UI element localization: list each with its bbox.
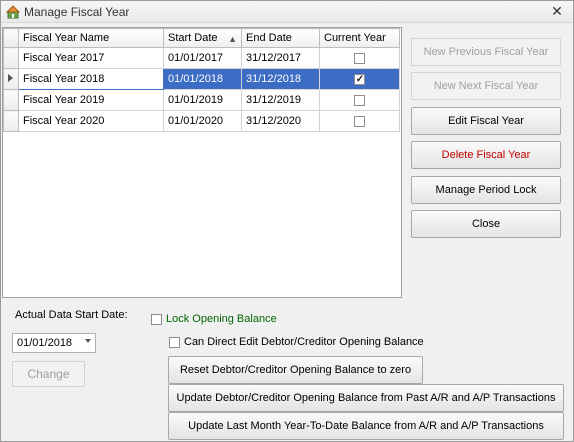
fiscal-year-table: Fiscal Year Name Start Date ▲ End Date Cu… (3, 28, 400, 132)
cell-end-date[interactable]: 31/12/2017 (241, 47, 320, 69)
cell-start-date[interactable]: 01/01/2018 (163, 68, 242, 90)
row-indicator[interactable] (3, 110, 19, 132)
actual-data-start-date-value: 01/01/2018 (17, 337, 73, 349)
header-row: Fiscal Year Name Start Date ▲ End Date Cu… (3, 28, 400, 48)
change-button[interactable]: Change (12, 361, 85, 387)
table-row[interactable]: Fiscal Year 2020 01/01/2020 31/12/2020 (3, 110, 400, 132)
sort-ascending-icon: ▲ (228, 34, 237, 44)
column-header-current-year[interactable]: Current Year (319, 28, 400, 48)
cell-fiscal-year-name[interactable]: Fiscal Year 2020 (18, 110, 164, 132)
cell-current-year[interactable] (319, 89, 400, 111)
cell-current-year[interactable] (319, 68, 400, 90)
cell-start-date[interactable]: 01/01/2017 (163, 47, 242, 69)
current-year-checkbox[interactable] (354, 52, 365, 64)
cell-current-year[interactable] (319, 47, 400, 69)
cell-current-year[interactable] (319, 110, 400, 132)
update-ytd-balance-button[interactable]: Update Last Month Year-To-Date Balance f… (168, 412, 564, 440)
current-year-checkbox[interactable] (354, 115, 365, 127)
update-opening-balance-button[interactable]: Update Debtor/Creditor Opening Balance f… (168, 384, 564, 412)
current-year-checkbox[interactable] (354, 73, 365, 85)
can-direct-edit-label: Can Direct Edit Debtor/Creditor Opening … (184, 336, 424, 348)
window-title: Manage Fiscal Year (24, 5, 130, 19)
actual-data-start-date-label: Actual Data Start Date: (15, 309, 128, 321)
current-year-checkbox[interactable] (354, 94, 365, 106)
close-icon[interactable]: ✕ (549, 3, 565, 19)
reset-opening-balance-button[interactable]: Reset Debtor/Creditor Opening Balance to… (168, 356, 423, 384)
table-row[interactable]: Fiscal Year 2019 01/01/2019 31/12/2019 (3, 89, 400, 111)
row-indicator[interactable] (3, 47, 19, 69)
lock-opening-balance-option[interactable]: Lock Opening Balance (151, 313, 277, 325)
row-indicator[interactable] (3, 89, 19, 111)
delete-fiscal-year-button[interactable]: Delete Fiscal Year (411, 141, 561, 169)
table-row[interactable]: Fiscal Year 2018 01/01/2018 31/12/2018 (3, 68, 400, 90)
row-indicator[interactable] (3, 68, 19, 90)
table-row[interactable]: Fiscal Year 2017 01/01/2017 31/12/2017 (3, 47, 400, 69)
cell-start-date[interactable]: 01/01/2020 (163, 110, 242, 132)
can-direct-edit-checkbox[interactable] (169, 336, 180, 348)
current-row-arrow-icon (8, 74, 13, 82)
new-previous-fiscal-year-button[interactable]: New Previous Fiscal Year (411, 38, 561, 66)
cell-end-date[interactable]: 31/12/2020 (241, 110, 320, 132)
row-indicator-header (3, 28, 19, 48)
title-bar: Manage Fiscal Year ✕ (1, 1, 573, 23)
fiscal-year-grid: Fiscal Year Name Start Date ▲ End Date Cu… (2, 27, 402, 298)
chevron-down-icon[interactable] (85, 339, 91, 343)
manage-period-lock-button[interactable]: Manage Period Lock (411, 176, 561, 204)
cell-end-date[interactable]: 31/12/2018 (241, 68, 320, 90)
lock-opening-balance-label: Lock Opening Balance (166, 313, 277, 325)
cell-start-date[interactable]: 01/01/2019 (163, 89, 242, 111)
column-header-start-date[interactable]: Start Date ▲ (163, 28, 242, 48)
can-direct-edit-option[interactable]: Can Direct Edit Debtor/Creditor Opening … (169, 336, 424, 348)
app-icon (6, 5, 20, 19)
actual-data-start-date-combo[interactable]: 01/01/2018 (12, 333, 96, 353)
manage-fiscal-year-window: Manage Fiscal Year ✕ Fiscal Year Name St… (0, 0, 574, 442)
column-header-start-date-label: Start Date (168, 32, 218, 44)
cell-fiscal-year-name[interactable]: Fiscal Year 2018 (18, 68, 164, 90)
cell-fiscal-year-name[interactable]: Fiscal Year 2017 (18, 47, 164, 69)
close-button[interactable]: Close (411, 210, 561, 238)
cell-end-date[interactable]: 31/12/2019 (241, 89, 320, 111)
edit-fiscal-year-button[interactable]: Edit Fiscal Year (411, 107, 561, 135)
lock-opening-balance-checkbox[interactable] (151, 313, 162, 325)
new-next-fiscal-year-button[interactable]: New Next Fiscal Year (411, 72, 561, 100)
column-header-name[interactable]: Fiscal Year Name (18, 28, 164, 48)
column-header-end-date[interactable]: End Date (241, 28, 320, 48)
cell-fiscal-year-name[interactable]: Fiscal Year 2019 (18, 89, 164, 111)
